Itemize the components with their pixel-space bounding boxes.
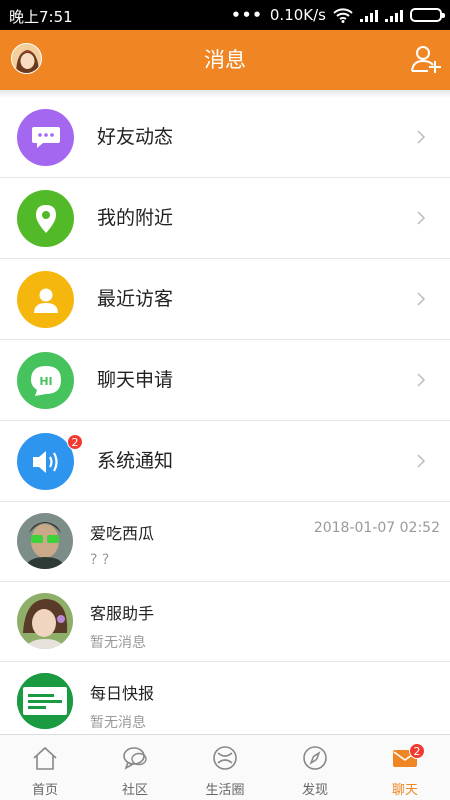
life-circle-icon: [213, 746, 237, 770]
tab-life-circle[interactable]: 生活圈: [180, 735, 270, 800]
community-icon: [123, 747, 147, 770]
menu-item-system-notice[interactable]: 2 系统通知: [0, 421, 450, 502]
last-message: 暂无消息: [90, 635, 146, 651]
menu-list: 好友动态 我的附近 最近访客 HI 聊天申请 2 系统通知: [0, 97, 450, 502]
status-dots: •••: [231, 6, 263, 24]
menu-label: 好友动态: [97, 126, 174, 148]
menu-item-nearby[interactable]: 我的附近: [0, 178, 450, 259]
app-header: 消息: [0, 30, 450, 90]
bottom-tab-bar: 首页 社区 生活圈 发现 2 聊天: [0, 734, 450, 800]
conversation-item[interactable]: 每日快报 暂无消息: [0, 662, 450, 734]
message-time: 2018-01-07 02:52: [313, 520, 440, 536]
tab-label: 首页: [31, 783, 58, 798]
last-message: 暂无消息: [90, 715, 146, 731]
add-friend-icon[interactable]: [410, 43, 442, 75]
home-icon: [33, 746, 57, 770]
menu-label: 最近访客: [97, 288, 174, 310]
chevron-right-icon: [417, 373, 426, 387]
page-title: 消息: [204, 48, 246, 72]
chevron-right-icon: [417, 454, 426, 468]
tab-label: 发现: [301, 783, 328, 798]
conversation-item[interactable]: 客服助手 暂无消息: [0, 582, 450, 662]
chevron-right-icon: [417, 292, 426, 306]
signal-icon: [385, 9, 403, 22]
network-speed: 0.10K/s: [269, 6, 326, 24]
contact-avatar: [17, 593, 73, 649]
wifi-icon: [333, 7, 353, 23]
location-pin-icon: [17, 190, 74, 247]
tab-label: 生活圈: [205, 783, 245, 798]
tab-discover[interactable]: 发现: [270, 735, 360, 800]
hi-bubble-icon: HI: [17, 352, 74, 409]
menu-item-recent-visitors[interactable]: 最近访客: [0, 259, 450, 340]
news-icon: [17, 673, 73, 729]
tab-label: 聊天: [391, 783, 418, 798]
compass-icon: [303, 746, 327, 770]
notification-badge: 2: [67, 434, 83, 450]
contact-name: 每日快报: [90, 684, 155, 703]
conversation-item[interactable]: 爱吃西瓜 ? ? 2018-01-07 02:52: [0, 502, 450, 582]
menu-item-chat-requests[interactable]: HI 聊天申请: [0, 340, 450, 421]
svg-text:HI: HI: [39, 375, 52, 388]
notification-badge: 2: [409, 743, 425, 759]
contact-name: 客服助手: [90, 604, 155, 623]
contact-avatar: [17, 513, 73, 569]
speaker-icon: [17, 433, 74, 490]
chevron-right-icon: [417, 211, 426, 225]
tab-community[interactable]: 社区: [90, 735, 180, 800]
signal-icon: [360, 9, 378, 22]
tab-label: 社区: [121, 783, 148, 798]
battery-icon: [410, 8, 445, 22]
person-icon: [17, 271, 74, 328]
contact-name: 爱吃西瓜: [90, 524, 155, 543]
tab-chat[interactable]: 2 聊天: [360, 735, 450, 800]
menu-label: 我的附近: [97, 207, 174, 229]
status-bar: 晚上7:51 ••• 0.10K/s: [0, 0, 450, 30]
chat-bubble-icon: [17, 109, 74, 166]
menu-item-friend-feed[interactable]: 好友动态: [0, 97, 450, 178]
chevron-right-icon: [417, 130, 426, 144]
status-time: 晚上7:51: [9, 8, 73, 26]
menu-label: 聊天申请: [97, 369, 174, 391]
last-message: ? ?: [90, 552, 110, 568]
tab-home[interactable]: 首页: [0, 735, 90, 800]
menu-label: 系统通知: [97, 450, 174, 472]
